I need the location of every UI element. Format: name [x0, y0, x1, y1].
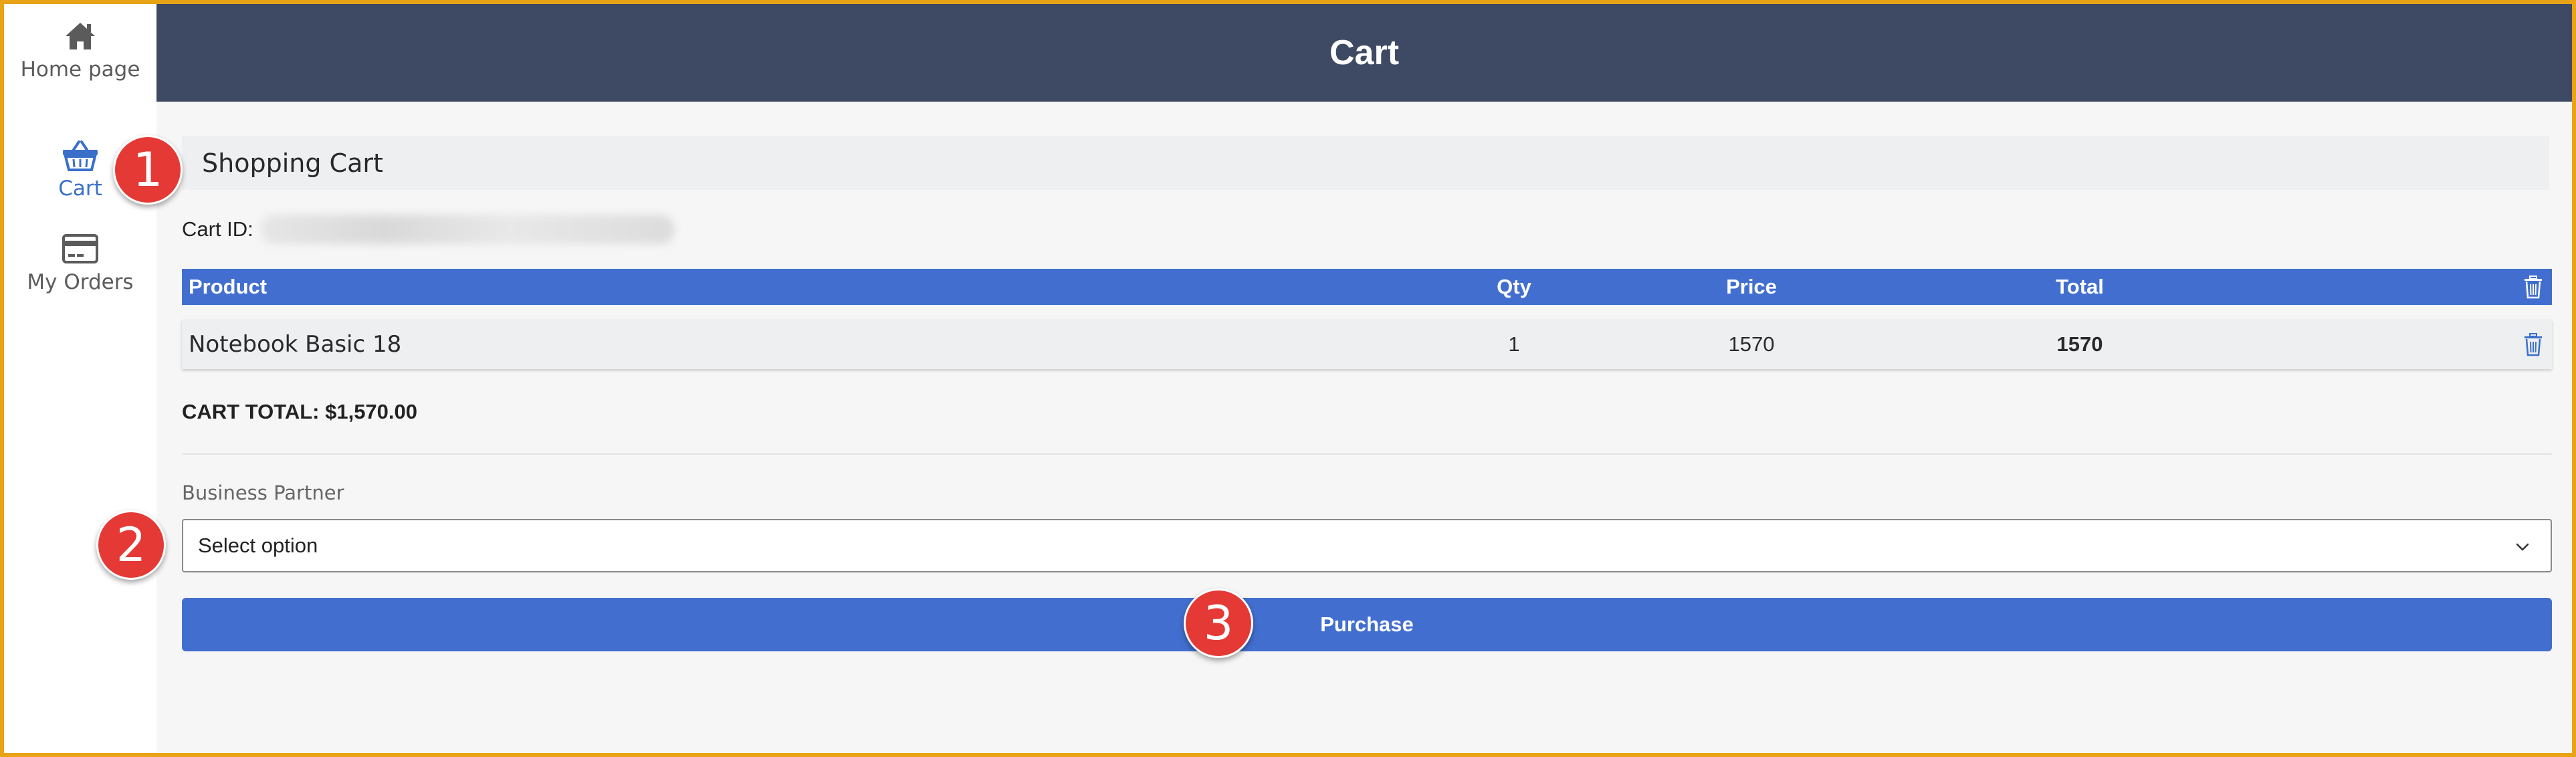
- annotation-marker-1: 1: [113, 135, 183, 205]
- divider: [182, 453, 2552, 455]
- business-partner-select[interactable]: Select option: [182, 519, 2552, 572]
- select-value: Select option: [198, 534, 318, 557]
- cell-price: 1570: [1728, 332, 1775, 356]
- business-partner-label: Business Partner: [182, 481, 344, 504]
- shopping-cart-title: Shopping Cart: [182, 136, 2549, 190]
- delete-item-button[interactable]: [2518, 320, 2548, 369]
- page-header: Cart: [156, 4, 2572, 102]
- purchase-button[interactable]: Purchase: [182, 598, 2552, 651]
- cart-total: CART TOTAL: $1,570.00: [182, 400, 418, 423]
- sidebar: Home page Cart My Orders: [4, 4, 156, 753]
- basket-icon: [63, 140, 98, 171]
- cart-id: Cart ID:: [182, 213, 675, 246]
- sidebar-item-label: Cart: [58, 177, 102, 201]
- table-row: Notebook Basic 18 1 1570 1570: [182, 320, 2552, 369]
- annotation-marker-3: 3: [1184, 588, 1253, 658]
- sidebar-item-my-orders[interactable]: My Orders: [4, 231, 156, 296]
- column-header-price: Price: [1726, 275, 1777, 298]
- sidebar-item-label: Home page: [20, 58, 140, 82]
- credit-card-icon: [62, 234, 98, 263]
- main-content: Cart Shopping Cart Cart ID: Product Qty …: [156, 4, 2572, 753]
- column-header-qty: Qty: [1497, 275, 1531, 298]
- chevron-down-icon: [2516, 543, 2529, 551]
- sidebar-item-home[interactable]: Home page: [4, 19, 156, 83]
- cell-product: Notebook Basic 18: [189, 331, 402, 358]
- page-title: Cart: [1329, 33, 1400, 72]
- trash-icon: [2525, 333, 2542, 356]
- cell-qty: 1: [1508, 332, 1520, 356]
- table-header: Product Qty Price Total: [182, 269, 2552, 305]
- column-header-total: Total: [2056, 275, 2104, 298]
- cart-id-label: Cart ID:: [182, 217, 253, 241]
- home-icon: [66, 23, 95, 49]
- delete-all-button[interactable]: [2518, 269, 2548, 305]
- column-header-product: Product: [189, 275, 267, 298]
- annotation-marker-2: 2: [96, 510, 166, 580]
- cart-id-value-redacted: [259, 215, 675, 244]
- sidebar-item-label: My Orders: [27, 270, 134, 294]
- cell-total: 1570: [2056, 332, 2103, 356]
- trash-icon: [2525, 276, 2542, 299]
- app-frame: Home page Cart My Orders Cart Shopping C…: [0, 0, 2576, 757]
